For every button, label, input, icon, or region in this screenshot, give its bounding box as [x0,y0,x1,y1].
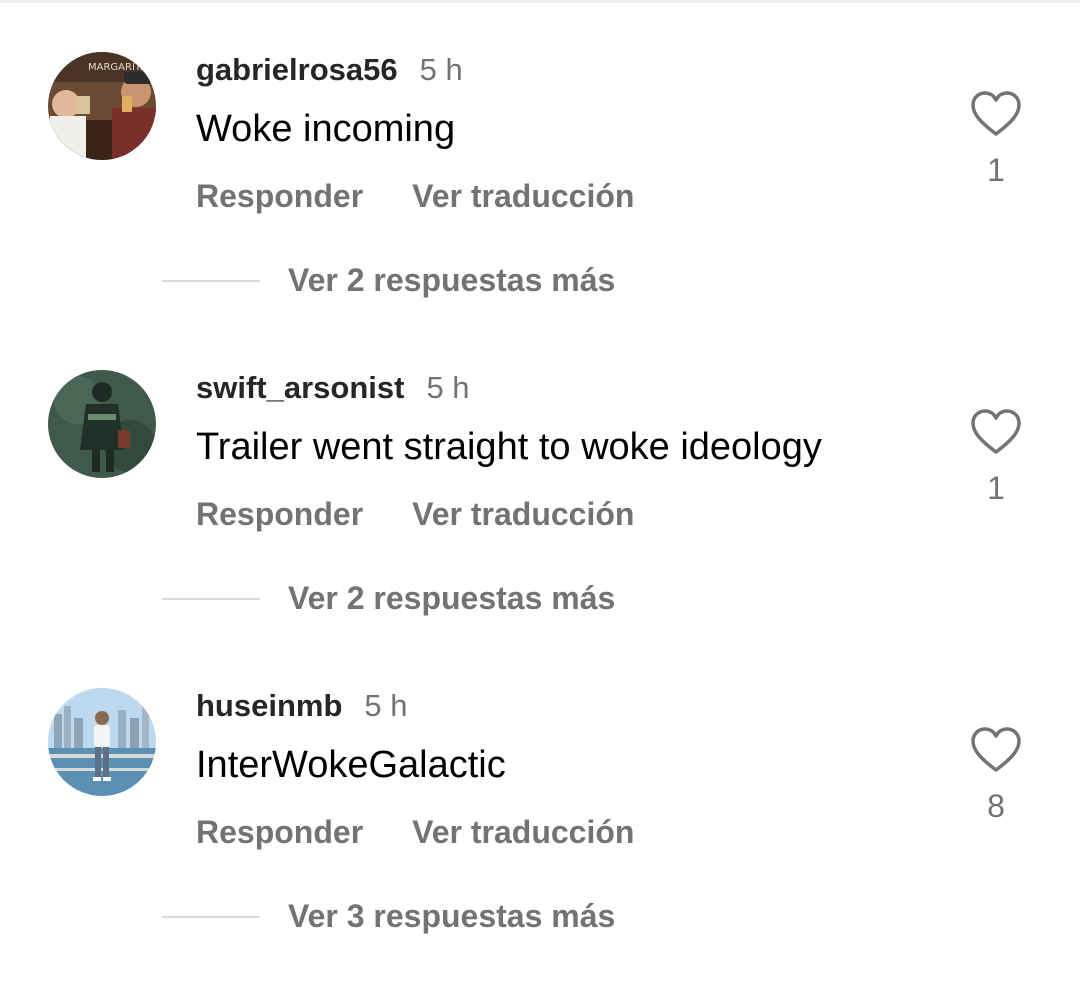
comment-header: swift_arsonist 5 h [196,370,470,406]
comment-item: MARGARITAS gabrielrosa56 5 h Woke incomi… [0,52,1080,352]
heart-icon[interactable] [970,90,1022,138]
like-area: 1 [970,408,1022,507]
heart-icon[interactable] [970,726,1022,774]
view-replies-button[interactable]: Ver 2 respuestas más [162,580,615,617]
view-replies-label: Ver 3 respuestas más [288,898,616,934]
view-replies-button[interactable]: Ver 3 respuestas más [162,898,615,935]
username-link[interactable]: huseinmb [196,688,342,724]
comment-actions: Responder Ver traducción [196,814,634,851]
comment-item: huseinmb 5 h InterWokeGalactic Responder… [0,688,1080,988]
avatar[interactable] [48,688,156,796]
comment-actions: Responder Ver traducción [196,178,634,215]
view-replies-button[interactable]: Ver 2 respuestas más [162,262,615,299]
heart-icon[interactable] [970,408,1022,456]
comment-header: gabrielrosa56 5 h [196,52,463,88]
replies-divider [162,597,260,600]
avatar-sign: MARGARITAS [88,62,153,73]
top-divider [0,0,1080,3]
replies-divider [162,915,260,918]
username-link[interactable]: gabrielrosa56 [196,52,398,88]
comment-actions: Responder Ver traducción [196,496,634,533]
view-replies-label: Ver 2 respuestas más [288,262,616,298]
timestamp: 5 h [426,370,470,405]
reply-button[interactable]: Responder [196,178,363,215]
comment-item: swift_arsonist 5 h Trailer went straight… [0,370,1080,670]
view-replies-label: Ver 2 respuestas más [288,580,616,616]
reply-button[interactable]: Responder [196,496,363,533]
username-link[interactable]: swift_arsonist [196,370,404,406]
timestamp: 5 h [419,52,463,87]
like-area: 8 [970,726,1022,825]
translate-button[interactable]: Ver traducción [412,178,634,215]
avatar[interactable] [48,370,156,478]
comment-header: huseinmb 5 h [196,688,408,724]
translate-button[interactable]: Ver traducción [412,496,634,533]
comment-text: Woke incoming [196,108,456,150]
avatar[interactable]: MARGARITAS [48,52,156,160]
like-area: 1 [970,90,1022,189]
translate-button[interactable]: Ver traducción [412,814,634,851]
timestamp: 5 h [364,688,408,723]
like-count: 1 [987,470,1005,506]
replies-divider [162,279,260,282]
comment-text: InterWokeGalactic [196,744,506,786]
like-count: 8 [987,788,1005,824]
like-count: 1 [987,152,1005,188]
reply-button[interactable]: Responder [196,814,363,851]
comment-text: Trailer went straight to woke ideology [196,426,822,468]
